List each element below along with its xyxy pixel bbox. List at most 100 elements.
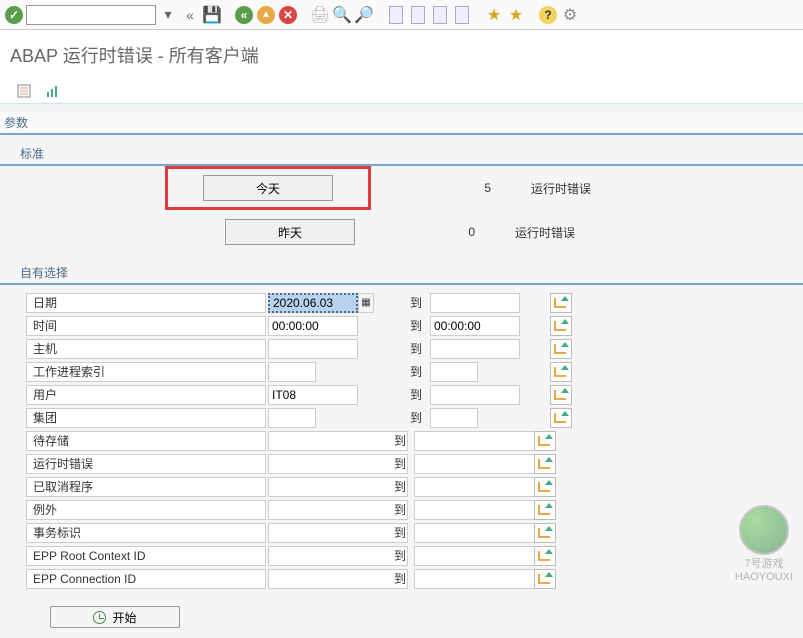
client-from-input[interactable]	[268, 408, 316, 428]
doc4-icon[interactable]	[452, 5, 472, 25]
user-from-input[interactable]	[268, 385, 358, 405]
up-circle-icon[interactable]: ▲	[256, 5, 276, 25]
find-icon: 🔍	[332, 5, 352, 25]
wpindex-to-input[interactable]	[430, 362, 478, 382]
user-multiselect-icon[interactable]	[550, 385, 572, 405]
time-to-input[interactable]	[430, 316, 520, 336]
date-to-input[interactable]	[430, 293, 520, 313]
epp-root-from-input[interactable]	[268, 546, 408, 566]
wpindex-from-input[interactable]	[268, 362, 316, 382]
today-highlight: 今天	[165, 166, 371, 210]
doc3-icon[interactable]	[430, 5, 450, 25]
to-label-client: 到	[404, 409, 428, 426]
yesterday-count: 0	[385, 225, 475, 239]
standard-header: 标准	[0, 143, 803, 166]
user-to-input[interactable]	[430, 385, 520, 405]
cancel-circle-icon[interactable]: ✕	[278, 5, 298, 25]
start-button-label: 开始	[112, 609, 136, 626]
back-icon[interactable]: «	[180, 5, 200, 25]
cancelled-from-input[interactable]	[268, 477, 408, 497]
buffer-from-input[interactable]	[268, 431, 408, 451]
start-button[interactable]: 开始	[50, 606, 180, 628]
yesterday-button[interactable]: 昨天	[225, 219, 355, 245]
watermark: 7号游戏 HAOYOUXI	[735, 505, 793, 583]
epp-root-to-input[interactable]	[414, 546, 554, 566]
to-label-exc: 到	[388, 501, 412, 518]
client-label: 集团	[26, 408, 266, 428]
host-multiselect-icon[interactable]	[550, 339, 572, 359]
epp-conn-from-input[interactable]	[268, 569, 408, 589]
epp-root-multiselect-icon[interactable]	[534, 546, 556, 566]
epp-root-label: EPP Root Context ID	[26, 546, 266, 566]
date-picker-icon[interactable]: ▦	[358, 293, 374, 313]
today-runtime-label: 运行时错误	[531, 180, 591, 197]
cancelled-to-input[interactable]	[414, 477, 554, 497]
epp-conn-label: EPP Connection ID	[26, 569, 266, 589]
transaction-from-input[interactable]	[268, 523, 408, 543]
buffer-to-input[interactable]	[414, 431, 554, 451]
command-field[interactable]	[26, 5, 156, 25]
exception-multiselect-icon[interactable]	[534, 500, 556, 520]
chart-icon[interactable]	[42, 81, 62, 101]
date-label: 日期	[26, 293, 266, 313]
epp-conn-multiselect-icon[interactable]	[534, 569, 556, 589]
today-row: 今天 5 运行时错误	[0, 166, 803, 210]
page-title: ABAP 运行时错误 - 所有客户端	[0, 30, 803, 78]
runtimeerr-to-input[interactable]	[414, 454, 554, 474]
client-multiselect-icon[interactable]	[550, 408, 572, 428]
favorite-icon[interactable]: ★	[484, 5, 504, 25]
to-label-host: 到	[404, 340, 428, 357]
transaction-to-input[interactable]	[414, 523, 554, 543]
host-to-input[interactable]	[430, 339, 520, 359]
clock-icon	[93, 611, 106, 624]
epp-conn-to-input[interactable]	[414, 569, 554, 589]
runtimeerr-from-input[interactable]	[268, 454, 408, 474]
transaction-multiselect-icon[interactable]	[534, 523, 556, 543]
save-icon[interactable]: 💾	[202, 5, 222, 25]
host-from-input[interactable]	[268, 339, 358, 359]
today-button[interactable]: 今天	[203, 175, 333, 201]
runtimeerr-multiselect-icon[interactable]	[534, 454, 556, 474]
watermark-globe-icon	[739, 505, 789, 555]
back-circle-icon[interactable]: «	[234, 5, 254, 25]
main-toolbar: ✓ ▾ « 💾 « ▲ ✕ 🖨 🔍 🔎 ★ ★ ? ⚙	[0, 0, 803, 30]
to-label-epproot: 到	[388, 547, 412, 564]
wpindex-label: 工作进程索引	[26, 362, 266, 382]
time-from-input[interactable]	[268, 316, 358, 336]
client-to-input[interactable]	[430, 408, 478, 428]
watermark-text2: HAOYOUXI	[735, 571, 793, 583]
wpindex-multiselect-icon[interactable]	[550, 362, 572, 382]
yesterday-row: 昨天 0 运行时错误	[0, 210, 803, 254]
accept-icon[interactable]: ✓	[4, 5, 24, 25]
today-count: 5	[401, 181, 491, 195]
to-label-rt: 到	[388, 455, 412, 472]
selection-form: 日期 ▦ 到 时间 到 主机 到 工作进程索引	[0, 285, 803, 596]
time-multiselect-icon[interactable]	[550, 316, 572, 336]
exception-label: 例外	[26, 500, 266, 520]
transaction-label: 事务标识	[26, 523, 266, 543]
doc2-icon[interactable]	[408, 5, 428, 25]
to-label-time: 到	[404, 317, 428, 334]
new-doc-icon[interactable]	[386, 5, 406, 25]
buffer-multiselect-icon[interactable]	[534, 431, 556, 451]
time-label: 时间	[26, 316, 266, 336]
date-multiselect-icon[interactable]	[550, 293, 572, 313]
exception-to-input[interactable]	[414, 500, 554, 520]
cancelled-multiselect-icon[interactable]	[534, 477, 556, 497]
settings-icon[interactable]: ⚙	[560, 5, 580, 25]
to-label-cancel: 到	[388, 478, 412, 495]
date-from-input[interactable]	[268, 293, 358, 313]
favorite2-icon[interactable]: ★	[506, 5, 526, 25]
dropdown-chevron-icon[interactable]: ▾	[158, 5, 178, 25]
yesterday-runtime-label: 运行时错误	[515, 224, 575, 241]
help-icon[interactable]: ?	[538, 5, 558, 25]
exception-from-input[interactable]	[268, 500, 408, 520]
watermark-text1: 7号游戏	[735, 555, 793, 571]
list-icon[interactable]	[14, 81, 34, 101]
to-label-buffer: 到	[388, 432, 412, 449]
buffer-label: 待存储	[26, 431, 266, 451]
to-label-eppconn: 到	[388, 570, 412, 587]
cancelled-label: 已取消程序	[26, 477, 266, 497]
print-icon: 🖨	[310, 5, 330, 25]
secondary-toolbar	[0, 78, 803, 104]
